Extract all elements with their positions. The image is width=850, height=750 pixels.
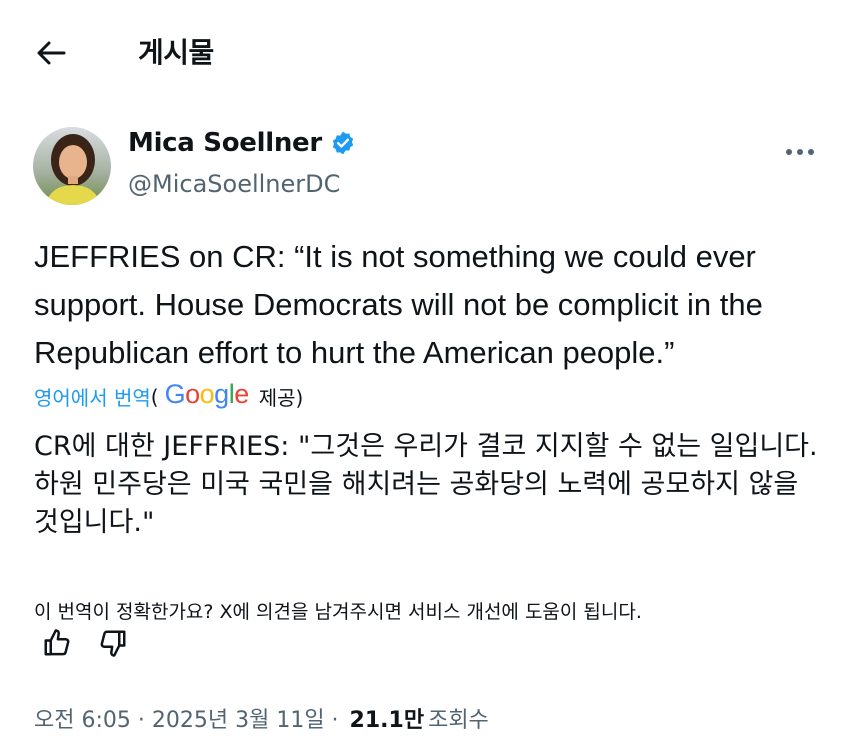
translation-open-paren: ( [150,384,159,409]
author-name: Mica Soellner [128,128,322,158]
translated-text: CR에 대한 JEFFRIES: "그것은 우리가 결코 지지할 수 없는 일입… [34,431,818,538]
google-logo: Google [164,379,250,409]
author-handle[interactable]: @MicaSoellnerDC [128,170,340,198]
avatar[interactable] [33,127,111,205]
translation-feedback-question: 이 번역이 정확한가요? X에 의견을 남겨주시면 서비스 개선에 도움이 됩니… [34,601,642,623]
meta-separator-2: · [324,708,346,733]
author-name-row[interactable]: Mica Soellner [128,128,356,158]
views-count[interactable]: 21.1만 [350,702,425,734]
thumbs-up-button[interactable] [40,626,74,660]
back-arrow-icon [37,41,66,65]
more-button[interactable] [780,140,820,164]
thumbs-up-icon [44,629,70,656]
views-label: 조회수 [428,708,489,733]
verified-badge-icon [332,131,354,155]
tweet-text: JEFFRIES on CR: “It is not something we … [34,239,763,370]
meta-separator: · [130,708,152,733]
top-bar: 게시물 [0,0,850,100]
more-icon [786,149,792,155]
tweet-meta: 오전 6:05 · 2025년 3월 11일 · 21.1만 조회수 [34,702,489,734]
page-title: 게시물 [138,36,214,69]
translation-attribution: 영어에서 번역 ( Google 제공) [34,379,304,412]
tweet-date[interactable]: 2025년 3월 11일 [152,702,325,734]
thumbs-down-icon [100,630,126,657]
back-button[interactable] [34,36,68,70]
tweet-time[interactable]: 오전 6:05 [34,702,131,734]
translation-provided-label: 제공) [258,386,304,410]
translate-link[interactable]: 영어에서 번역 [34,382,151,411]
thumbs-down-button[interactable] [96,626,130,660]
